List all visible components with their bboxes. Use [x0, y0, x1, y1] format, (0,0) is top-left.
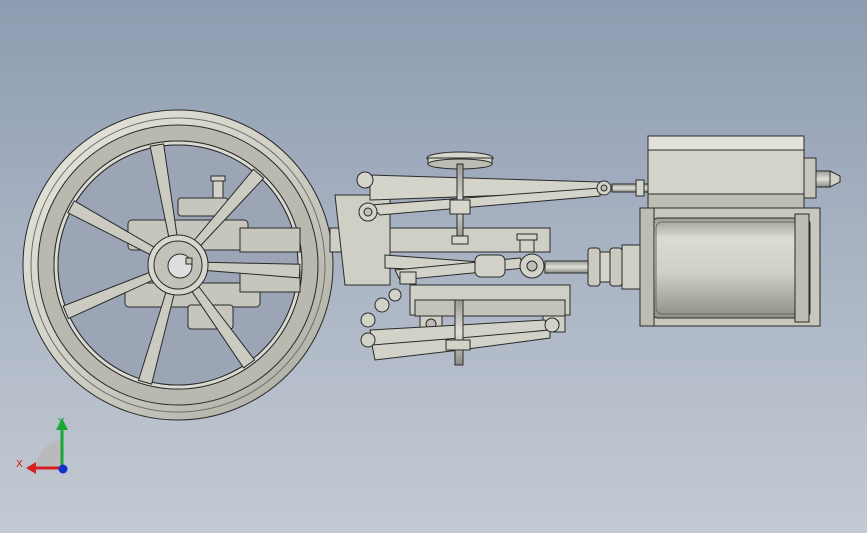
crank-bolt — [210, 175, 226, 199]
x-axis-arrowhead — [26, 462, 36, 474]
steam-cylinder[interactable] — [639, 207, 821, 327]
cad-viewport[interactable]: X Y — [0, 0, 867, 533]
axis-triad: X Y — [16, 417, 68, 474]
engine-model[interactable]: X Y — [0, 0, 867, 533]
flywheel-hub[interactable] — [147, 234, 209, 296]
valve-linkage-upper[interactable] — [356, 171, 651, 222]
z-axis-dot — [58, 464, 68, 474]
x-axis-label: X — [16, 459, 23, 470]
valve-chest[interactable] — [647, 135, 841, 209]
piston-rod[interactable] — [544, 244, 641, 290]
y-axis-label: Y — [57, 417, 65, 428]
